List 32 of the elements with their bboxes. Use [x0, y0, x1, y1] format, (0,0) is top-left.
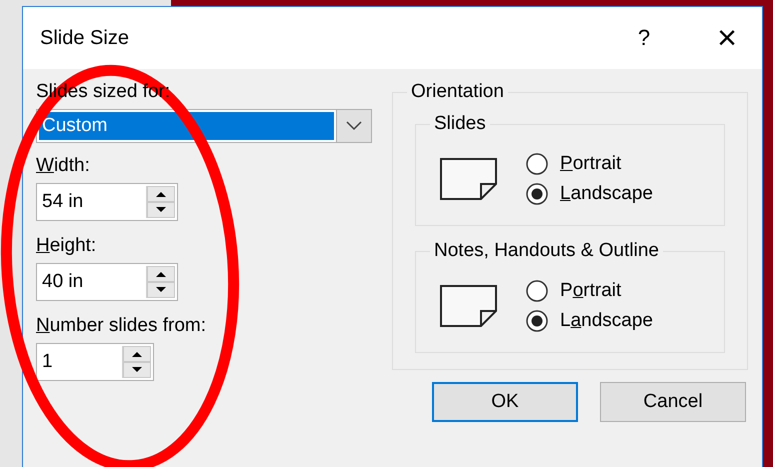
slide-icon: [440, 158, 498, 200]
spin-up-icon[interactable]: [147, 266, 175, 282]
radio-button[interactable]: [526, 153, 548, 175]
spin-field[interactable]: 1: [36, 343, 154, 381]
slide-icon: [440, 285, 498, 327]
spin-field[interactable]: 40 in: [36, 263, 178, 301]
radio-option[interactable]: Landscape: [526, 310, 653, 332]
field-label: Number slides from:: [36, 315, 208, 338]
group-title: Orientation: [410, 81, 505, 103]
window-title: Slide Size: [40, 26, 130, 50]
radio-button[interactable]: [526, 310, 548, 332]
field-label: Width:: [36, 155, 91, 178]
spin-down-icon[interactable]: [147, 202, 175, 218]
group-title: Notes, Handouts & Outline: [433, 240, 660, 262]
spin-field[interactable]: 54 in: [36, 183, 178, 221]
radio-button[interactable]: [526, 183, 548, 205]
spin-down-icon[interactable]: [123, 362, 151, 378]
radio-option[interactable]: Landscape: [526, 183, 653, 205]
ok-button[interactable]: OK: [432, 382, 578, 422]
size-dropdown[interactable]: Custom: [36, 109, 372, 143]
chevron-down-icon: [346, 121, 362, 131]
radio-button[interactable]: [526, 280, 548, 302]
help-button[interactable]: ?: [624, 25, 664, 51]
spin-down-icon[interactable]: [147, 282, 175, 298]
group-title: Slides: [433, 113, 487, 135]
cancel-button[interactable]: Cancel: [600, 382, 746, 422]
spin-up-icon[interactable]: [123, 346, 151, 362]
field-label: Height:: [36, 235, 98, 258]
radio-option[interactable]: Portrait: [526, 280, 653, 302]
spin-up-icon[interactable]: [147, 186, 175, 202]
close-button[interactable]: ×: [702, 21, 752, 55]
radio-option[interactable]: Portrait: [526, 153, 653, 175]
